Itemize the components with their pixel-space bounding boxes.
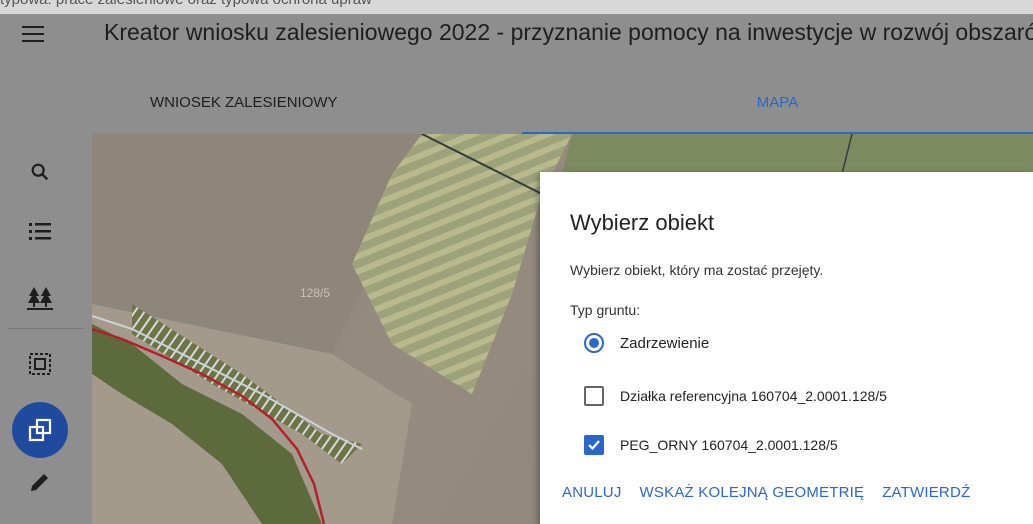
- land-type-label: Typ gruntu:: [570, 302, 641, 318]
- menu-icon[interactable]: [22, 26, 44, 44]
- next-geometry-button[interactable]: WSKAŻ KOLEJNĄ GEOMETRIĘ: [640, 484, 865, 508]
- list-icon[interactable]: [26, 218, 54, 246]
- tab-mapa[interactable]: MAPA: [522, 91, 1033, 134]
- search-icon[interactable]: [26, 158, 54, 186]
- map-toolbar: [0, 134, 92, 524]
- app-header: Kreator wniosku zalesieniowego 2022 - pr…: [0, 14, 1033, 134]
- cancel-button[interactable]: ANULUJ: [562, 484, 622, 508]
- copy-geometry-icon[interactable]: [12, 402, 68, 458]
- select-area-icon[interactable]: [26, 350, 54, 378]
- checkbox-checked[interactable]: [584, 435, 604, 455]
- parcel-label: 128/5: [300, 286, 331, 300]
- toolbar-divider: [8, 328, 84, 329]
- dialog-actions: ANULUJ WSKAŻ KOLEJNĄ GEOMETRIĘ ZATWIERDŹ: [562, 484, 988, 508]
- checkbox-dzialka-referencyjna[interactable]: Działka referencyjna 160704_2.0001.128/5: [584, 385, 887, 407]
- check-icon: [588, 440, 600, 451]
- dialog-title: Wybierz obiekt: [570, 210, 715, 235]
- checkbox[interactable]: [584, 386, 604, 406]
- checkbox-label: PEG_ORNY 160704_2.0001.128/5: [620, 437, 838, 453]
- checkbox-label: Działka referencyjna 160704_2.0001.128/5: [620, 388, 887, 404]
- top-strip-text: typowa: prace zalesieniowe oraz typowa o…: [0, 0, 372, 8]
- radio-label: Zadrzewienie: [620, 334, 710, 352]
- select-object-dialog: Wybierz obiekt Wybierz obiekt, który ma …: [540, 172, 1033, 524]
- dialog-subtitle: Wybierz obiekt, który ma zostać przejęty…: [570, 262, 824, 278]
- radio-zadrzewienie[interactable]: Zadrzewienie: [584, 332, 709, 354]
- top-strip: typowa: prace zalesieniowe oraz typowa o…: [0, 0, 1033, 14]
- edit-pencil-icon[interactable]: [26, 468, 54, 496]
- radio-button[interactable]: [584, 333, 604, 353]
- tab-wniosek-zalesieniowy[interactable]: WNIOSEK ZALESIENIOWY: [150, 91, 338, 134]
- tab-bar: WNIOSEK ZALESIENIOWY MAPA: [0, 91, 1033, 134]
- forest-icon[interactable]: [26, 284, 54, 312]
- confirm-button[interactable]: ZATWIERDŹ: [882, 484, 970, 508]
- page-title: Kreator wniosku zalesieniowego 2022 - pr…: [104, 19, 1033, 45]
- checkbox-peg-orny[interactable]: PEG_ORNY 160704_2.0001.128/5: [584, 434, 838, 456]
